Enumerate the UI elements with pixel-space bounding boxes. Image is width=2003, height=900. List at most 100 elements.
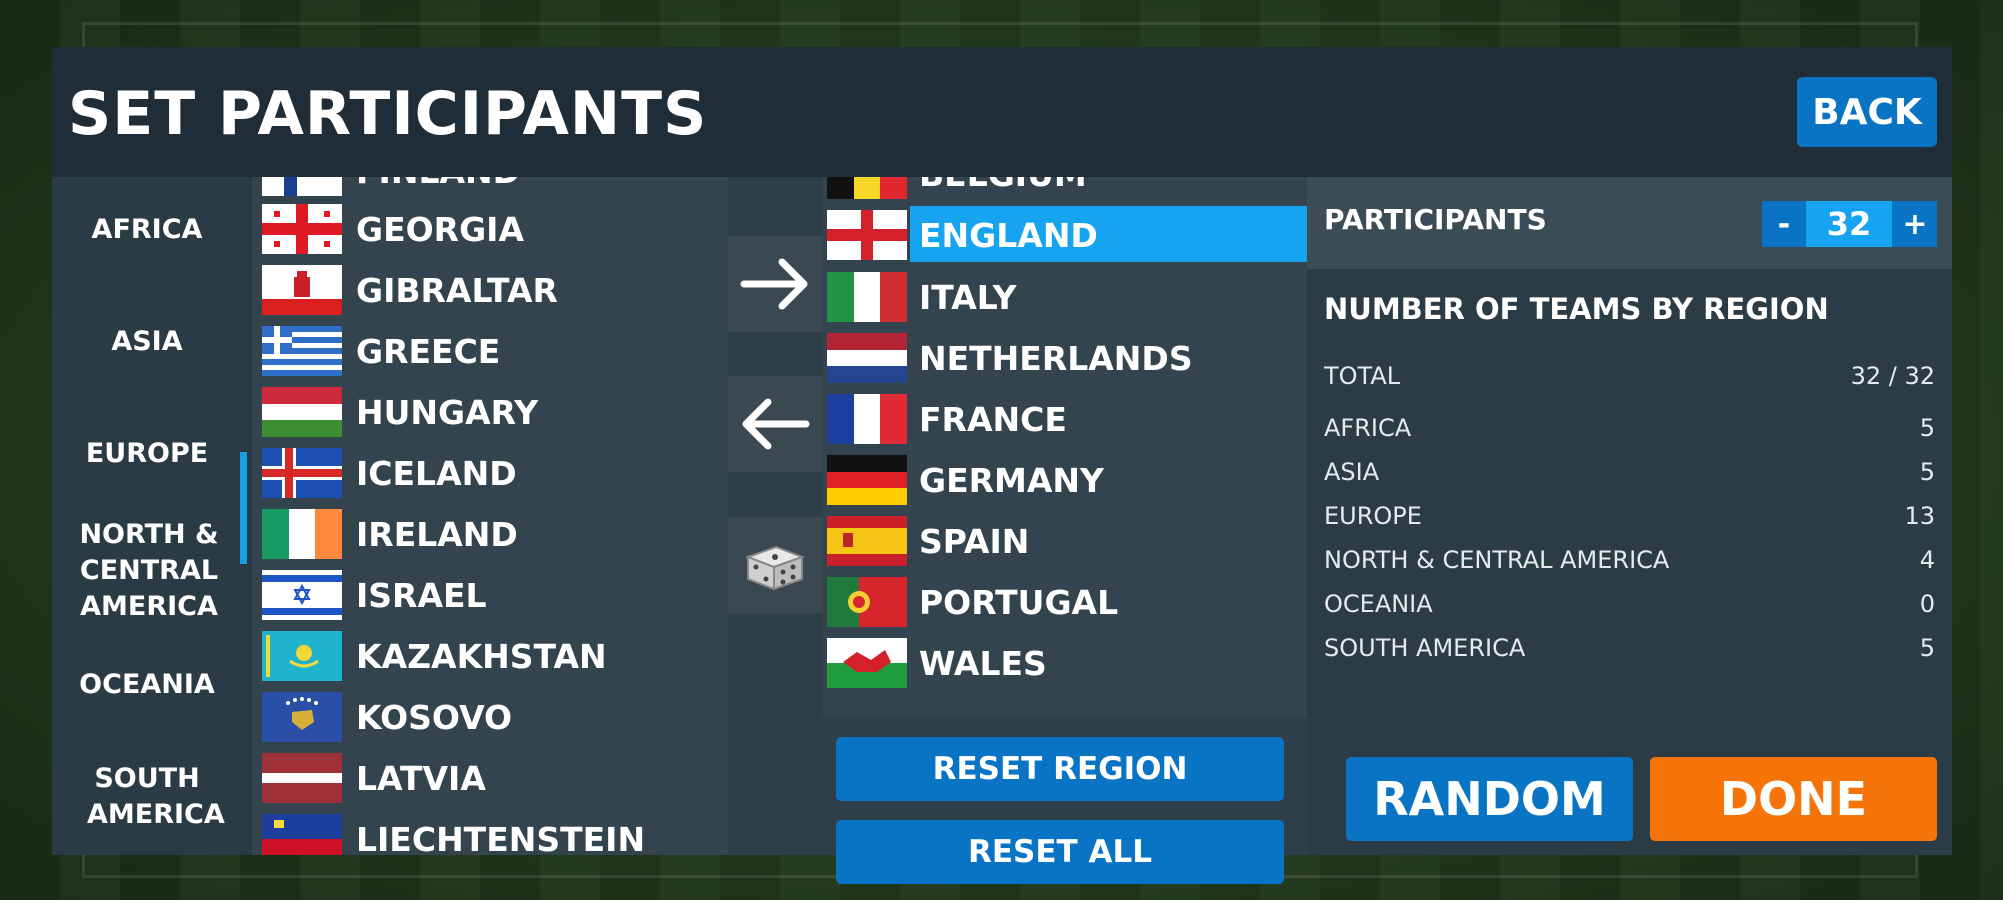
finland-flag-icon bbox=[262, 177, 342, 196]
list-item[interactable]: GERMANY bbox=[822, 451, 1307, 509]
country-name: NETHERLANDS bbox=[919, 339, 1193, 378]
france-flag-icon bbox=[827, 394, 907, 444]
georgia-flag-icon bbox=[262, 204, 342, 254]
list-item[interactable]: KAZAKHSTAN bbox=[258, 627, 728, 685]
done-button[interactable]: DONE bbox=[1650, 757, 1937, 841]
available-countries-list[interactable]: FINLAND GEORGIA GIBRALTAR GREECE HUNGARY bbox=[252, 177, 728, 855]
list-item[interactable]: ICELAND bbox=[258, 444, 728, 502]
netherlands-flag-icon bbox=[827, 333, 907, 383]
country-name: BELGIUM bbox=[919, 177, 1087, 194]
gibraltar-flag-icon bbox=[262, 265, 342, 315]
participants-summary: PARTICIPANTS - 32 + NUMBER OF TEAMS BY R… bbox=[1307, 177, 1952, 855]
stat-label-asia: ASIA bbox=[1324, 458, 1380, 486]
stat-value-north-central-america: 4 bbox=[1919, 546, 1935, 574]
stat-label-oceania: OCEANIA bbox=[1324, 590, 1433, 618]
region-africa[interactable]: AFRICA bbox=[52, 212, 242, 248]
list-item[interactable]: FINLAND bbox=[258, 177, 728, 200]
liechtenstein-flag-icon bbox=[262, 814, 342, 855]
ireland-flag-icon bbox=[262, 509, 342, 559]
stat-value-oceania: 0 bbox=[1919, 590, 1935, 618]
list-item[interactable]: GREECE bbox=[258, 322, 728, 380]
portugal-flag-icon bbox=[827, 577, 907, 627]
belgium-flag-icon bbox=[827, 177, 907, 199]
country-name: LATVIA bbox=[356, 759, 486, 798]
list-item[interactable]: GEORGIA bbox=[258, 200, 728, 258]
stat-value-europe: 13 bbox=[1904, 502, 1935, 530]
header-bar: SET PARTICIPANTS BACK bbox=[52, 47, 1952, 177]
back-button[interactable]: BACK bbox=[1797, 77, 1937, 147]
stat-value-total: 32 / 32 bbox=[1850, 362, 1935, 390]
stat-label-total: TOTAL bbox=[1324, 362, 1401, 390]
italy-flag-icon bbox=[827, 272, 907, 322]
list-item[interactable]: LATVIA bbox=[258, 749, 728, 807]
list-item-selected[interactable]: ENGLAND bbox=[822, 206, 1307, 264]
region-south-america[interactable]: SOUTH AMERICA bbox=[87, 761, 225, 833]
list-item[interactable]: ISRAEL bbox=[258, 566, 728, 624]
participants-bar: PARTICIPANTS - 32 + bbox=[1307, 177, 1952, 269]
country-name: KOSOVO bbox=[356, 698, 513, 737]
arrow-left-icon bbox=[742, 398, 810, 450]
participants-label: PARTICIPANTS bbox=[1324, 203, 1547, 236]
country-name: ICELAND bbox=[356, 454, 517, 493]
stat-label-north-central-america: NORTH & CENTRAL AMERICA bbox=[1324, 546, 1670, 574]
country-name: HUNGARY bbox=[356, 393, 539, 432]
england-flag-icon bbox=[827, 210, 907, 260]
arrow-right-icon bbox=[740, 258, 808, 310]
selected-countries-list[interactable]: BELGIUM ENGLAND ITALY NETHERLANDS FRA bbox=[822, 177, 1307, 717]
region-asia[interactable]: ASIA bbox=[52, 324, 242, 360]
region-europe[interactable]: EUROPE bbox=[52, 436, 242, 472]
list-item[interactable]: WALES bbox=[822, 634, 1307, 692]
country-name: WALES bbox=[919, 644, 1047, 683]
wales-flag-icon bbox=[827, 638, 907, 688]
country-name: GREECE bbox=[356, 332, 501, 371]
list-item[interactable]: FRANCE bbox=[822, 390, 1307, 448]
list-item[interactable]: GIBRALTAR bbox=[258, 261, 728, 319]
set-participants-panel: SET PARTICIPANTS BACK AFRICA ASIA EUROPE… bbox=[52, 47, 1952, 884]
participants-stepper: - 32 + bbox=[1762, 201, 1937, 247]
reset-all-button[interactable]: RESET ALL bbox=[836, 820, 1284, 884]
reset-region-button[interactable]: RESET REGION bbox=[836, 737, 1284, 801]
kazakhstan-flag-icon bbox=[262, 631, 342, 681]
decrease-button[interactable]: - bbox=[1764, 201, 1804, 247]
random-button[interactable]: RANDOM bbox=[1346, 757, 1633, 841]
list-item[interactable]: HUNGARY bbox=[258, 383, 728, 441]
hungary-flag-icon bbox=[262, 387, 342, 437]
country-name: FINLAND bbox=[356, 177, 520, 191]
teams-by-region-title: NUMBER OF TEAMS BY REGION bbox=[1324, 292, 1829, 326]
page-title: SET PARTICIPANTS bbox=[68, 79, 708, 149]
stat-value-africa: 5 bbox=[1919, 414, 1935, 442]
region-oceania[interactable]: OCEANIA bbox=[52, 667, 242, 703]
list-item[interactable]: LIECHTENSTEIN bbox=[258, 810, 728, 855]
random-country-button[interactable] bbox=[728, 517, 822, 613]
country-name: SPAIN bbox=[919, 522, 1030, 561]
stat-value-asia: 5 bbox=[1919, 458, 1935, 486]
list-item[interactable]: KOSOVO bbox=[258, 688, 728, 746]
participants-count: 32 bbox=[1806, 201, 1892, 247]
increase-button[interactable]: + bbox=[1895, 201, 1935, 247]
list-item[interactable]: BELGIUM bbox=[822, 177, 1307, 203]
country-name: GEORGIA bbox=[356, 210, 524, 249]
list-item[interactable]: PORTUGAL bbox=[822, 573, 1307, 631]
list-item[interactable]: SPAIN bbox=[822, 512, 1307, 570]
country-name: GIBRALTAR bbox=[356, 271, 558, 310]
region-list: AFRICA ASIA EUROPE NORTH & CENTRAL AMERI… bbox=[52, 177, 252, 855]
country-name: PORTUGAL bbox=[919, 583, 1119, 622]
country-name: LIECHTENSTEIN bbox=[356, 820, 646, 855]
country-name: ITALY bbox=[919, 278, 1017, 317]
country-name: KAZAKHSTAN bbox=[356, 637, 607, 676]
kosovo-flag-icon bbox=[262, 692, 342, 742]
selected-actions: RESET REGION RESET ALL bbox=[822, 717, 1307, 884]
list-item[interactable]: ITALY bbox=[822, 268, 1307, 326]
country-name: GERMANY bbox=[919, 461, 1104, 500]
spain-flag-icon bbox=[827, 516, 907, 566]
add-country-button[interactable] bbox=[728, 236, 822, 332]
stat-label-africa: AFRICA bbox=[1324, 414, 1412, 442]
remove-country-button[interactable] bbox=[728, 376, 822, 472]
country-name: ISRAEL bbox=[356, 576, 487, 615]
list-item[interactable]: NETHERLANDS bbox=[822, 329, 1307, 387]
list-item[interactable]: IRELAND bbox=[258, 505, 728, 563]
transfer-controls bbox=[728, 177, 822, 855]
region-north-central-america[interactable]: NORTH & CENTRAL AMERICA bbox=[74, 517, 224, 625]
stat-value-south-america: 5 bbox=[1919, 634, 1935, 662]
iceland-flag-icon bbox=[262, 448, 342, 498]
